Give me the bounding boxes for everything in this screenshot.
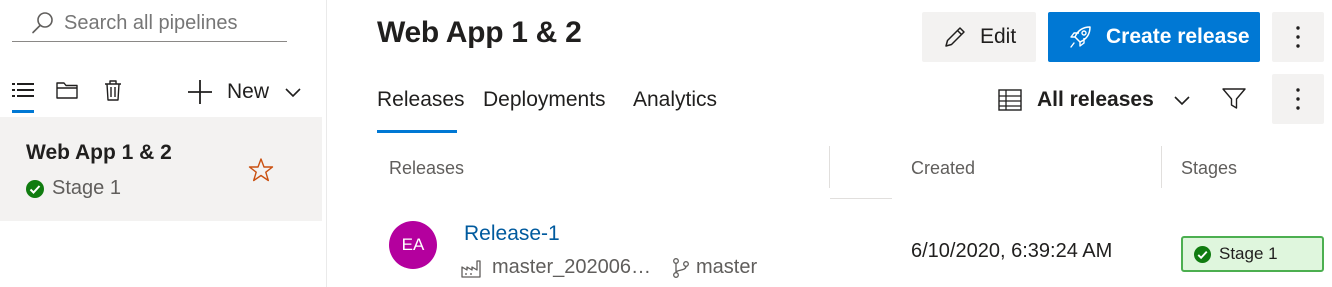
sidebar-toolbar: New (0, 74, 327, 114)
pencil-icon (945, 27, 965, 47)
active-tab-indicator (377, 130, 457, 133)
pipeline-name: Web App 1 & 2 (26, 141, 172, 164)
column-separator (1161, 146, 1162, 188)
pipeline-stage-status: Stage 1 (26, 177, 121, 200)
search-icon (32, 12, 53, 34)
more-actions-button[interactable] (1272, 12, 1324, 62)
chevron-down-icon (1174, 96, 1190, 106)
trash-icon[interactable] (101, 78, 125, 102)
edit-button[interactable]: Edit (922, 12, 1036, 62)
sidebar: Search all pipelines New Web App 1 & 2 S… (0, 0, 327, 287)
build-artifact-icon (461, 259, 481, 278)
pipeline-stage-label: Stage 1 (52, 177, 121, 199)
search-box[interactable]: Search all pipelines (12, 4, 287, 42)
branch-icon (673, 257, 689, 278)
branch-info: master (670, 256, 757, 279)
folder-icon[interactable] (55, 78, 79, 102)
favorite-star-icon[interactable] (248, 157, 274, 183)
view-selector[interactable]: All releases (997, 84, 1192, 116)
table-view-icon (998, 89, 1022, 111)
new-button-label: New (227, 80, 270, 103)
chevron-down-icon (285, 88, 301, 98)
create-release-label: Create release (1106, 25, 1250, 48)
view-selector-label: All releases (1037, 88, 1154, 111)
rocket-icon (1070, 26, 1091, 48)
column-header-releases[interactable]: Releases (389, 158, 464, 179)
list-icon[interactable] (11, 78, 35, 102)
artifact-label: master_202006… (492, 256, 651, 278)
tab-analytics[interactable]: Analytics (633, 88, 717, 112)
success-check-icon (1194, 245, 1211, 263)
success-check-icon (26, 179, 44, 198)
filter-icon[interactable] (1221, 86, 1247, 112)
column-header-created[interactable]: Created (911, 158, 975, 179)
column-header-stages[interactable]: Stages (1181, 158, 1237, 179)
created-timestamp: 6/10/2020, 6:39:24 AM (911, 240, 1113, 262)
header-divider (830, 198, 892, 199)
release-link[interactable]: Release-1 (464, 222, 560, 246)
create-release-button[interactable]: Create release (1048, 12, 1260, 62)
more-view-options-button[interactable] (1272, 74, 1324, 124)
active-view-indicator (12, 110, 34, 113)
edit-button-label: Edit (980, 25, 1017, 48)
more-vertical-icon (1296, 26, 1300, 48)
tab-deployments[interactable]: Deployments (483, 88, 606, 112)
more-vertical-icon (1296, 88, 1300, 110)
pipeline-item[interactable]: Web App 1 & 2 Stage 1 (0, 117, 322, 221)
branch-label: master (696, 256, 758, 278)
artifact-info: master_202006… (460, 256, 651, 279)
column-separator (829, 146, 830, 188)
page-title: Web App 1 & 2 (377, 16, 582, 49)
main-content: Web App 1 & 2 Edit Create release Releas… (328, 0, 1332, 287)
avatar: EA (389, 221, 437, 269)
tab-releases[interactable]: Releases (377, 88, 465, 112)
plus-icon (188, 80, 212, 104)
stage-badge[interactable]: Stage 1 (1181, 236, 1324, 272)
stage-badge-label: Stage 1 (1219, 244, 1278, 263)
search-input[interactable]: Search all pipelines (64, 12, 237, 35)
new-pipeline-button[interactable]: New (186, 76, 303, 108)
